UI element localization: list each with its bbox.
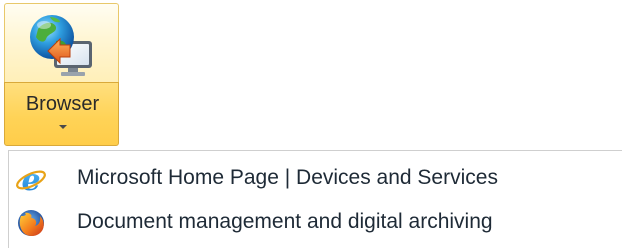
firefox-icon <box>18 210 44 237</box>
menu-item-label: Microsoft Home Page | Devices and Servic… <box>77 166 498 189</box>
internet-explorer-icon: e <box>16 163 46 195</box>
browser-split-button[interactable]: Browser <box>4 3 119 146</box>
menu-item-document-management[interactable]: Document management and digital archivin… <box>9 200 622 244</box>
browser-menu: e Microsoft Home Page | Devices and Serv… <box>8 150 622 248</box>
browser-button-top[interactable] <box>4 3 119 82</box>
menu-item-microsoft-home[interactable]: e Microsoft Home Page | Devices and Serv… <box>9 156 622 200</box>
browser-ribbon-dropdown: Browser e Microsoft Home Page | Devices … <box>0 0 622 248</box>
chevron-down-icon <box>59 125 67 129</box>
svg-text:e: e <box>21 163 40 195</box>
globe-monitor-icon <box>30 15 92 76</box>
browser-button-label: Browser <box>25 93 100 115</box>
menu-item-label: Document management and digital archivin… <box>77 210 493 233</box>
browser-dropdown-toggle[interactable]: Browser <box>4 82 119 146</box>
